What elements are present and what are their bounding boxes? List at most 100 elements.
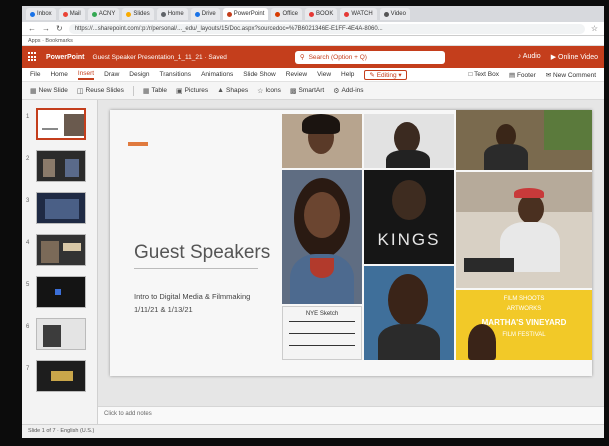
- speaker-photo[interactable]: [282, 170, 362, 304]
- speaker-photo[interactable]: [456, 172, 592, 288]
- tab-help[interactable]: Help: [341, 71, 354, 78]
- notes-pane[interactable]: Click to add notes: [98, 406, 604, 424]
- tab-slide-show[interactable]: Slide Show: [243, 71, 276, 78]
- tab-transitions[interactable]: Transitions: [160, 71, 192, 78]
- clapperboard-photo[interactable]: NYE Sketch: [282, 306, 362, 360]
- tab-insert[interactable]: Insert: [77, 70, 95, 80]
- slide-thumbnail-6[interactable]: [36, 318, 86, 350]
- slide-number: 6: [26, 324, 30, 330]
- icons-icon: ☆: [257, 87, 264, 95]
- subtitle-line-1: Intro to Digital Media & Filmmaking: [134, 292, 251, 301]
- film-poster[interactable]: KINGS: [364, 170, 454, 264]
- slide-subtitle[interactable]: Intro to Digital Media & Filmmaking 1/11…: [134, 290, 250, 316]
- tab-home[interactable]: Home: [50, 71, 67, 78]
- online-video-button[interactable]: ▶ Online Video: [551, 53, 598, 61]
- ribbon-right-tools: □ Text Box ▤ Footer ✉ New Comment: [468, 71, 604, 79]
- reuse-slides-button[interactable]: ◫ Reuse Slides: [77, 87, 124, 95]
- url-field[interactable]: https://...sharepoint.com/:p:/r/personal…: [68, 23, 585, 34]
- app-launcher-icon[interactable]: [28, 52, 38, 62]
- tab-favicon-icon: [226, 11, 232, 17]
- search-placeholder: Search (Option + Q): [308, 53, 367, 61]
- footer-button[interactable]: ▤ Footer: [509, 71, 536, 79]
- smartart-icon: ▩: [289, 87, 297, 95]
- text-box-button[interactable]: □ Text Box: [468, 71, 499, 78]
- tab-view[interactable]: View: [317, 71, 331, 78]
- audio-button[interactable]: ♪ Audio: [518, 53, 541, 61]
- app-name[interactable]: PowerPoint: [46, 54, 85, 61]
- table-button[interactable]: ▦ Table: [143, 87, 167, 95]
- forward-icon[interactable]: →: [42, 24, 50, 33]
- browser-tab[interactable]: WATCH: [340, 8, 377, 20]
- shapes-icon: ▲: [217, 87, 225, 94]
- pictures-button[interactable]: ▣ Pictures: [176, 87, 208, 95]
- tab-favicon-icon: [194, 11, 200, 17]
- slide-thumbnail-2[interactable]: [36, 150, 86, 182]
- add-ins-icon: ⚙: [333, 87, 340, 95]
- bookmarks-bar[interactable]: Apps · Bookmarks: [22, 36, 604, 46]
- tab-favicon-icon: [126, 11, 132, 17]
- search-box[interactable]: ⚲ Search (Option + Q): [294, 50, 445, 64]
- browser-tab[interactable]: Inbox: [26, 8, 56, 20]
- tab-review[interactable]: Review: [286, 71, 307, 78]
- slide-thumbnail-7[interactable]: [36, 360, 86, 392]
- add-ins-button[interactable]: ⚙ Add-ins: [333, 87, 363, 95]
- app-header-right: ♪ Audio ▶ Online Video: [518, 53, 598, 61]
- smartart-button[interactable]: ▩ SmartArt: [290, 87, 324, 95]
- slide-title[interactable]: Guest Speakers: [134, 242, 270, 264]
- new-slide-button[interactable]: ▦ New Slide: [30, 87, 68, 95]
- slide-thumbnail-3[interactable]: [36, 192, 86, 224]
- shapes-button[interactable]: ▲ Shapes: [217, 87, 248, 94]
- document-title[interactable]: Guest Speaker Presentation_1_11_21 · Sav…: [93, 54, 227, 61]
- title-divider: [134, 268, 258, 269]
- table-icon: ▦: [142, 87, 150, 95]
- slide-number: 2: [26, 156, 30, 162]
- screen: Inbox Mail ACNY Slides Home Drive PowerP…: [22, 6, 604, 438]
- app-header: PowerPoint Guest Speaker Presentation_1_…: [22, 46, 604, 68]
- tab-draw[interactable]: Draw: [104, 71, 119, 78]
- icons-button[interactable]: ☆ Icons: [257, 87, 281, 95]
- tab-favicon-icon: [91, 11, 97, 17]
- speaker-photo[interactable]: [364, 114, 454, 168]
- address-bar: ← → ↻ https://...sharepoint.com/:p:/r/pe…: [22, 22, 604, 36]
- slide-canvas[interactable]: Guest Speakers Intro to Digital Media & …: [110, 110, 592, 376]
- browser-tab[interactable]: Slides: [122, 8, 154, 20]
- browser-tab[interactable]: Mail: [58, 8, 85, 20]
- clapperboard-text: NYE Sketch: [305, 311, 339, 317]
- back-icon[interactable]: ←: [28, 24, 36, 33]
- tab-favicon-icon: [62, 11, 68, 17]
- new-slide-icon: ▦: [30, 87, 37, 95]
- tab-favicon-icon: [30, 11, 35, 17]
- tab-design[interactable]: Design: [129, 71, 149, 78]
- speaker-photo[interactable]: [282, 114, 362, 168]
- browser-tab[interactable]: Drive: [190, 8, 220, 20]
- browser-tab[interactable]: ACNY: [87, 8, 120, 20]
- picture-icon: ▣: [176, 87, 183, 95]
- slide-thumbnail-5[interactable]: [36, 276, 86, 308]
- festival-poster[interactable]: FILM SHOOTS ARTWORKS MARTHA'S VINEYARD F…: [456, 290, 592, 360]
- reuse-slides-icon: ◫: [76, 87, 84, 95]
- divider: [132, 85, 134, 96]
- browser-tab[interactable]: BOOK: [305, 8, 338, 20]
- tab-file[interactable]: File: [30, 71, 40, 78]
- browser-tab-active[interactable]: PowerPoint: [222, 8, 269, 20]
- slide-thumbnail-1[interactable]: [36, 108, 86, 140]
- ribbon-tabs: File Home Insert Draw Design Transitions…: [22, 68, 604, 82]
- browser-tab[interactable]: Home: [156, 8, 188, 20]
- new-comment-button[interactable]: ✉ New Comment: [546, 71, 596, 79]
- browser-tab[interactable]: Video: [379, 8, 410, 20]
- speaker-photo[interactable]: [364, 266, 454, 360]
- star-icon[interactable]: ☆: [591, 24, 598, 33]
- browser-tab-bar: Inbox Mail ACNY Slides Home Drive PowerP…: [22, 6, 604, 22]
- browser-tab[interactable]: Office: [271, 8, 302, 20]
- festival-line: FILM SHOOTS: [503, 296, 545, 302]
- reload-icon[interactable]: ↻: [56, 24, 63, 33]
- slide-thumbnail-pane: 1 2 3 4 5 6 7: [22, 100, 98, 424]
- slide-thumbnail-4[interactable]: [36, 234, 86, 266]
- editing-mode-button[interactable]: ✎ Editing ▾: [364, 69, 407, 80]
- tab-animations[interactable]: Animations: [201, 71, 233, 78]
- poster-title: KINGS: [377, 230, 441, 249]
- speaker-photo[interactable]: [456, 110, 592, 170]
- slide-number: 4: [26, 240, 30, 246]
- ribbon-commands: ▦ New Slide ◫ Reuse Slides ▦ Table ▣ Picture…: [22, 82, 604, 100]
- workspace: 1 2 3 4 5 6 7 Guest Speakers Intro to Di…: [22, 100, 604, 438]
